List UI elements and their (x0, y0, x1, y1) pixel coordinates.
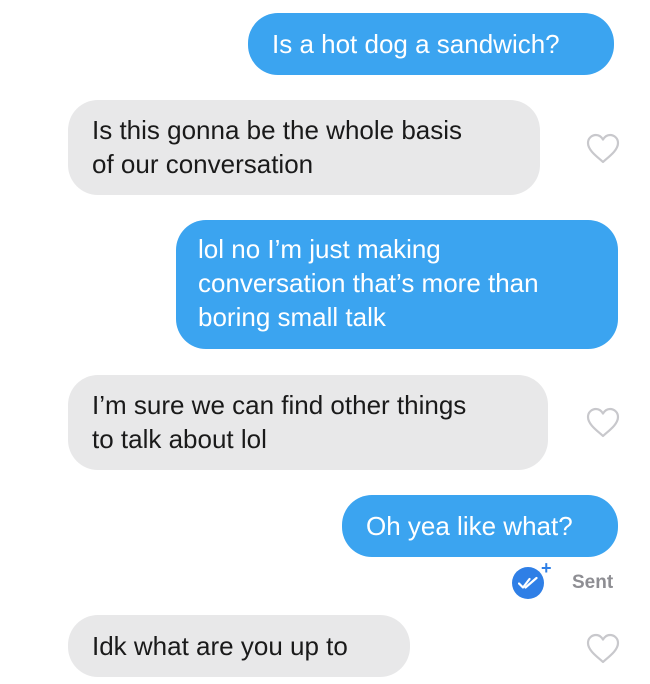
double-check-icon: + (512, 559, 552, 599)
outgoing-message-bubble[interactable]: Oh yea like what? (342, 495, 618, 557)
like-heart-icon[interactable] (585, 407, 621, 439)
like-heart-icon[interactable] (585, 633, 621, 665)
sent-label: Sent (572, 572, 614, 593)
incoming-message-bubble[interactable]: I’m sure we can find other things to tal… (68, 375, 548, 470)
incoming-message-bubble[interactable]: Is this gonna be the whole basis of our … (68, 100, 540, 195)
plus-icon: + (541, 558, 552, 578)
sent-status: + Sent (512, 559, 614, 600)
incoming-message-bubble[interactable]: Idk what are you up to (68, 615, 410, 677)
like-heart-icon[interactable] (585, 133, 621, 165)
outgoing-message-bubble[interactable]: lol no I’m just making conversation that… (176, 220, 618, 349)
chat-thread: Is a hot dog a sandwich? Is this gonna b… (0, 0, 650, 684)
outgoing-message-bubble[interactable]: Is a hot dog a sandwich? (248, 13, 614, 75)
